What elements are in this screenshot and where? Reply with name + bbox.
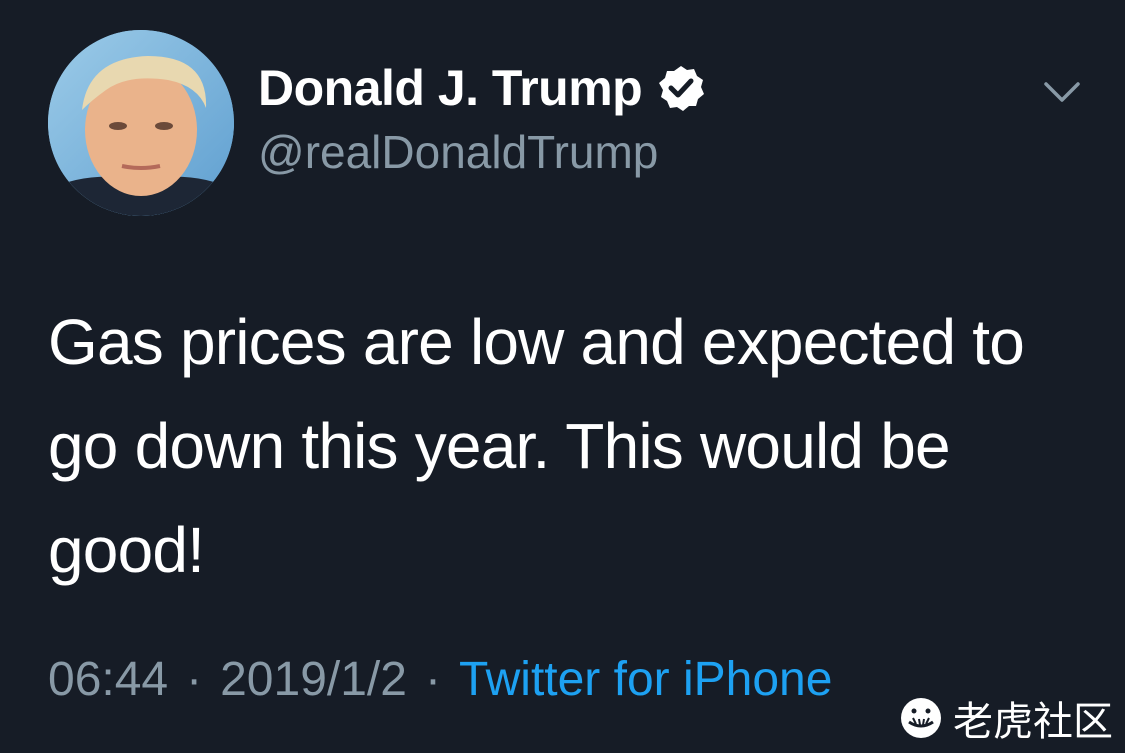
- chevron-down-icon[interactable]: [1040, 74, 1084, 110]
- author-display-name[interactable]: Donald J. Trump: [258, 58, 643, 118]
- watermark-text: 老虎社区: [953, 699, 1113, 745]
- avatar-image: [48, 30, 234, 216]
- tweet-text: Gas prices are low and expected to go do…: [48, 306, 1025, 586]
- tweet-meta: 06:44 · 2019/1/2 · Twitter for iPhone: [48, 650, 832, 710]
- meta-separator: ·: [424, 653, 441, 706]
- tweet-source-link[interactable]: Twitter for iPhone: [459, 653, 833, 706]
- author-handle[interactable]: @realDonaldTrump: [258, 124, 658, 180]
- verified-badge-icon: [656, 63, 706, 113]
- tiger-logo-icon: [899, 696, 943, 740]
- watermark: 老虎社区: [899, 689, 1113, 747]
- avatar[interactable]: [48, 30, 234, 216]
- author-name-row[interactable]: Donald J. Trump: [258, 58, 706, 118]
- tweet-date: 2019/1/2: [220, 653, 407, 706]
- tweet-time: 06:44: [48, 653, 169, 706]
- meta-separator: ·: [186, 653, 203, 706]
